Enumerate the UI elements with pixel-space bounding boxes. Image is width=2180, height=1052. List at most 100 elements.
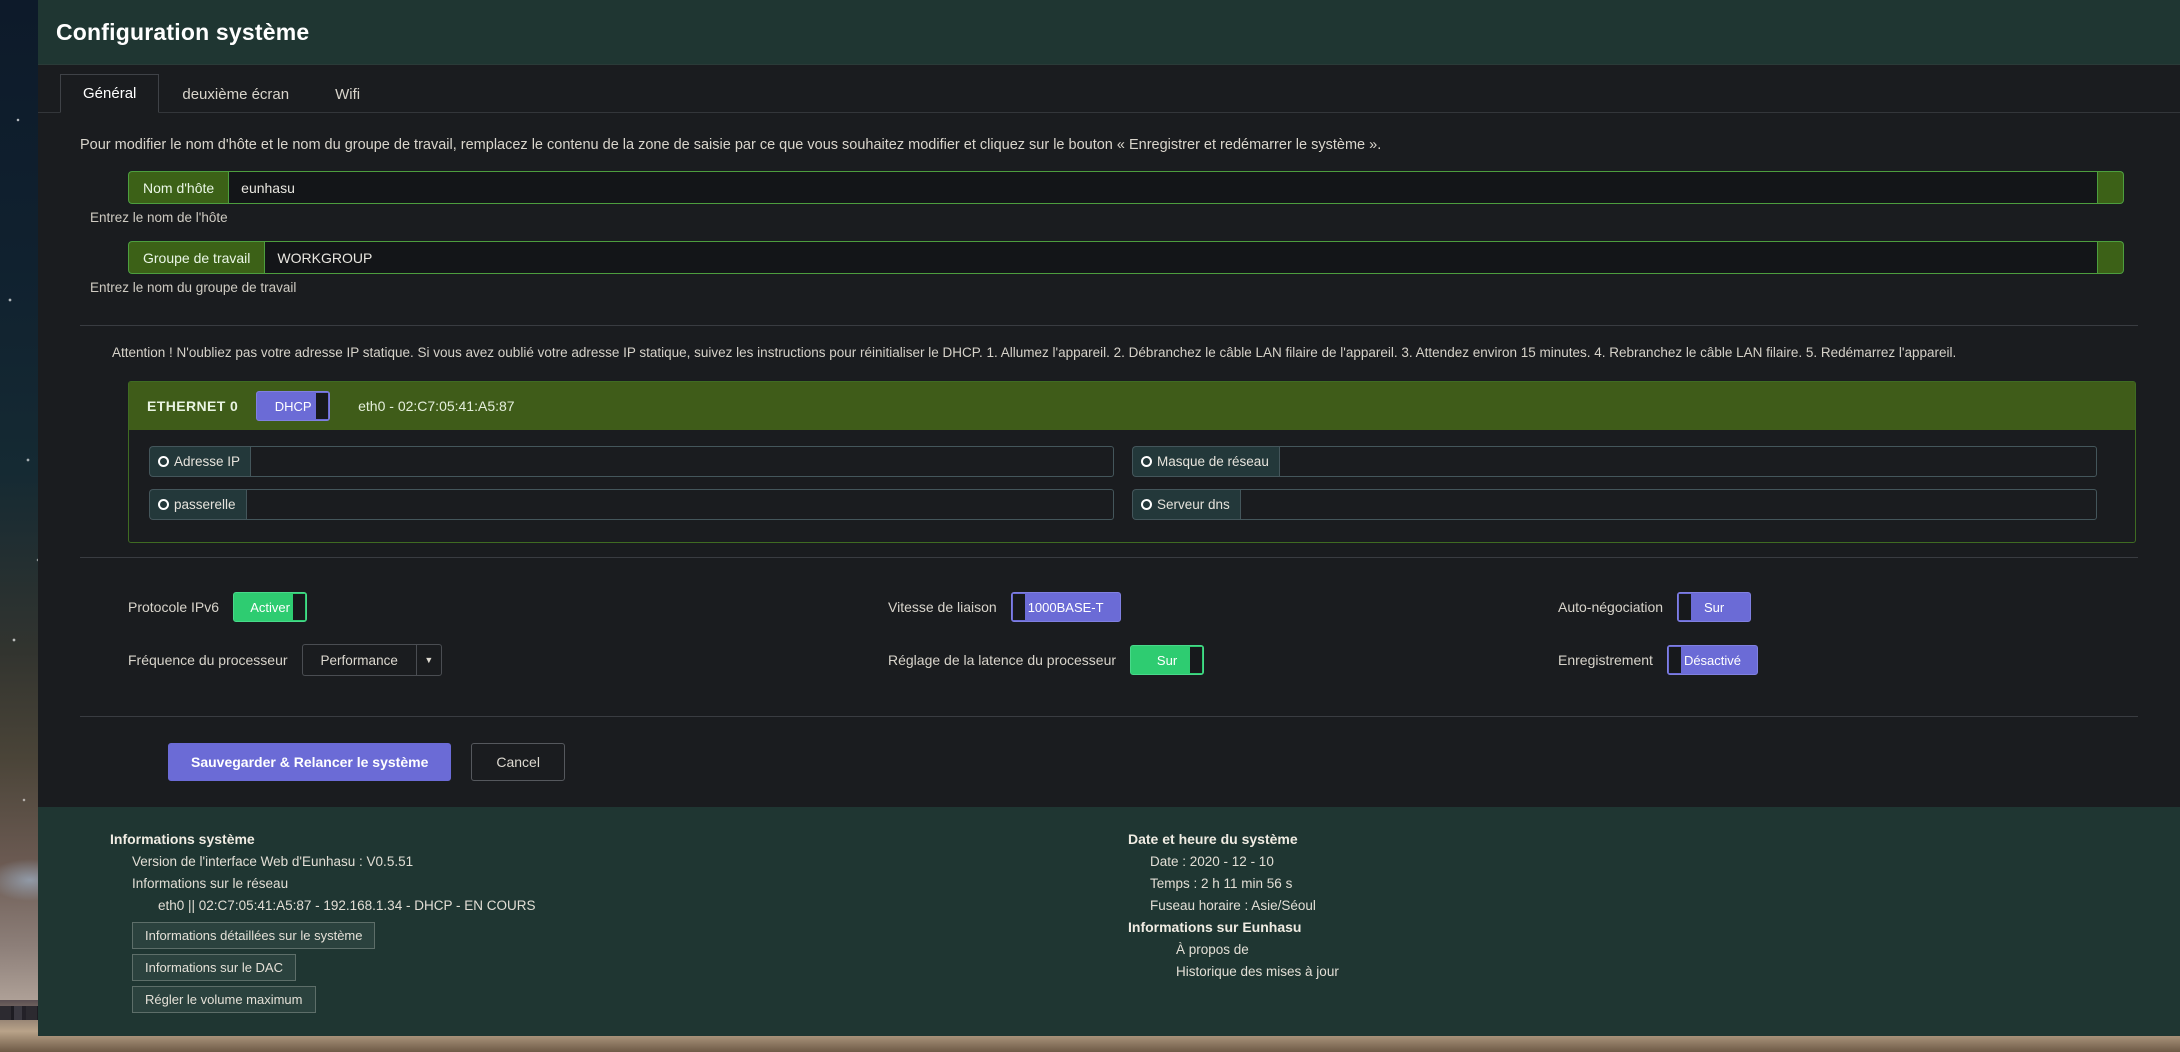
system-date: Date : 2020 - 12 - 10 — [1150, 854, 1274, 870]
ethernet-title: ETHERNET 0 — [147, 398, 239, 415]
network-info-heading: Informations sur le réseau — [132, 876, 289, 892]
dns-server-label: Serveur dns — [1157, 497, 1230, 513]
cpu-latency-toggle[interactable]: Sur — [1130, 645, 1205, 676]
cpu-frequency-label: Fréquence du processeur — [128, 652, 288, 669]
system-uptime: Temps : 2 h 11 min 56 s — [1150, 876, 1293, 892]
radio-circle-icon — [1141, 499, 1152, 511]
hostname-label: Nom d'hôte — [128, 171, 229, 205]
logging-value: Désactivé — [1683, 652, 1742, 668]
divider-actions — [80, 716, 2138, 718]
workgroup-hint: Entrez le nom du groupe de travail — [90, 280, 297, 296]
system-info-heading: Informations système — [110, 831, 255, 848]
settings-grid: Protocole IPv6 Activer Vitesse de liaiso… — [60, 558, 2158, 702]
network-info-detail: eth0 || 02:C7:05:41:A5:87 - 192.168.1.34… — [158, 897, 536, 913]
page-header: Configuration système — [38, 0, 2180, 65]
tab-wifi[interactable]: Wifi — [312, 75, 383, 113]
dns-server-field: Serveur dns — [1132, 489, 2115, 521]
gateway-label-addon: passerelle — [149, 489, 246, 521]
workgroup-input-row: Groupe de travail — [128, 241, 2124, 275]
ipv6-toggle-label: Activer — [250, 599, 290, 615]
setting-cpu-frequency: Fréquence du processeur Performance ▼ — [128, 644, 808, 677]
ipv6-toggle[interactable]: Activer — [233, 592, 308, 623]
toggle-knob — [1012, 594, 1025, 621]
set-max-volume-button[interactable]: Régler le volume maximum — [132, 985, 316, 1013]
update-history-link[interactable]: Historique des mises à jour — [1128, 961, 1339, 983]
hostname-hint: Entrez le nom de l'hôte — [90, 210, 228, 226]
link-speed-value: 1000BASE-T — [1027, 599, 1104, 615]
hostname-input[interactable] — [228, 171, 2098, 205]
hostname-append-button[interactable] — [2098, 171, 2124, 205]
static-ip-warning: Attention ! N'oubliez pas votre adresse … — [112, 345, 1957, 361]
page-title: Configuration système — [56, 18, 310, 45]
link-speed-label: Vitesse de liaison — [888, 599, 997, 616]
datetime-heading: Date et heure du système — [1128, 831, 1298, 848]
ip-address-input[interactable] — [250, 446, 1114, 478]
system-timezone: Fuseau horaire : Asie/Séoul — [1150, 897, 1316, 913]
radio-circle-icon — [1141, 456, 1152, 468]
netmask-label-addon: Masque de réseau — [1132, 446, 1279, 478]
cpu-latency-label: Réglage de la latence du processeur — [888, 652, 1117, 669]
toggle-knob — [293, 594, 306, 621]
ethernet-header: ETHERNET 0 DHCP eth0 - 02:C7:05:41:A5:87 — [129, 382, 2135, 431]
dns-server-input[interactable] — [1239, 489, 2097, 521]
max-volume-wrap: Régler le volume maximum — [110, 981, 1078, 1013]
system-info-section: Informations système Version de l'interf… — [38, 831, 1078, 1013]
ip-address-field: Adresse IP — [149, 446, 1132, 478]
hostname-input-row: Nom d'hôte — [128, 171, 2124, 205]
tab-bar: Général deuxième écran Wifi — [38, 65, 2180, 113]
hostname-group: Nom d'hôte — [60, 171, 2158, 205]
tab-general[interactable]: Général — [60, 74, 160, 113]
detailed-system-info-button[interactable]: Informations détaillées sur le système — [132, 921, 376, 949]
save-and-restart-button[interactable]: Sauvegarder & Relancer le système — [168, 743, 452, 782]
dac-info-button[interactable]: Informations sur le DAC — [132, 953, 296, 981]
gateway-field: passerelle — [149, 489, 1132, 521]
gateway-label: passerelle — [174, 497, 236, 513]
workgroup-input[interactable] — [264, 241, 2098, 275]
cpu-frequency-select[interactable]: Performance ▼ — [301, 644, 442, 677]
action-buttons: Sauvegarder & Relancer le système Cancel — [60, 743, 2158, 807]
setting-logging: Enregistrement Désactivé — [1488, 644, 2158, 676]
toggle-knob — [1190, 647, 1203, 674]
page-footer: Informations système Version de l'interf… — [38, 807, 2180, 1036]
dhcp-toggle[interactable]: DHCP — [256, 391, 331, 422]
netmask-field: Masque de réseau — [1132, 446, 2115, 478]
setting-link-speed: Vitesse de liaison 1000BASE-T — [808, 592, 1488, 623]
toggle-knob — [1668, 647, 1681, 674]
ip-address-label: Adresse IP — [174, 454, 241, 470]
tab-deuxieme-ecran[interactable]: deuxième écran — [159, 75, 312, 113]
radio-circle-icon — [158, 499, 169, 511]
ethernet-fields: Adresse IP Masque de réseau passerelle S… — [129, 430, 2135, 542]
about-link[interactable]: À propos de — [1128, 939, 1339, 961]
help-text: Pour modifier le nom d'hôte et le nom du… — [80, 137, 1382, 153]
cancel-button[interactable]: Cancel — [471, 743, 565, 782]
cpu-frequency-value[interactable]: Performance — [301, 644, 416, 677]
setting-cpu-latency: Réglage de la latence du processeur Sur — [808, 644, 1488, 676]
ipv6-label: Protocole IPv6 — [128, 599, 220, 616]
workgroup-append-button[interactable] — [2098, 241, 2124, 275]
netmask-input[interactable] — [1278, 446, 2097, 478]
toggle-knob — [316, 393, 329, 420]
eunhasu-info-heading: Informations sur Eunhasu — [1128, 918, 1302, 935]
workgroup-group: Groupe de travail — [60, 241, 2158, 275]
logging-toggle[interactable]: Désactivé — [1666, 645, 1759, 676]
chevron-down-icon[interactable]: ▼ — [415, 644, 442, 677]
detailed-system-info-wrap: Informations détaillées sur le système — [110, 917, 1078, 949]
datetime-section: Date et heure du système Date : 2020 - 1… — [1078, 831, 1339, 1013]
auto-negotiation-toggle[interactable]: Sur — [1677, 592, 1752, 623]
setting-auto-negotiation: Auto-négociation Sur — [1488, 592, 2158, 623]
link-speed-toggle[interactable]: 1000BASE-T — [1010, 592, 1121, 623]
netmask-label: Masque de réseau — [1157, 454, 1269, 470]
radio-circle-icon — [158, 456, 169, 468]
ethernet-panel: ETHERNET 0 DHCP eth0 - 02:C7:05:41:A5:87… — [128, 381, 2136, 544]
dhcp-toggle-label: DHCP — [274, 398, 312, 414]
auto-negotiation-value: Sur — [1703, 599, 1725, 615]
setting-ipv6: Protocole IPv6 Activer — [128, 592, 808, 623]
gateway-input[interactable] — [245, 489, 1114, 521]
ethernet-interface-info: eth0 - 02:C7:05:41:A5:87 — [358, 398, 515, 415]
auto-negotiation-label: Auto-négociation — [1558, 599, 1664, 616]
cpu-latency-value: Sur — [1156, 652, 1178, 668]
system-configuration-window: Configuration système Général deuxième é… — [38, 0, 2180, 1036]
web-interface-version: Version de l'interface Web d'Eunhasu : V… — [132, 854, 414, 870]
dns-server-label-addon: Serveur dns — [1132, 489, 1240, 521]
toggle-knob — [1679, 594, 1692, 621]
